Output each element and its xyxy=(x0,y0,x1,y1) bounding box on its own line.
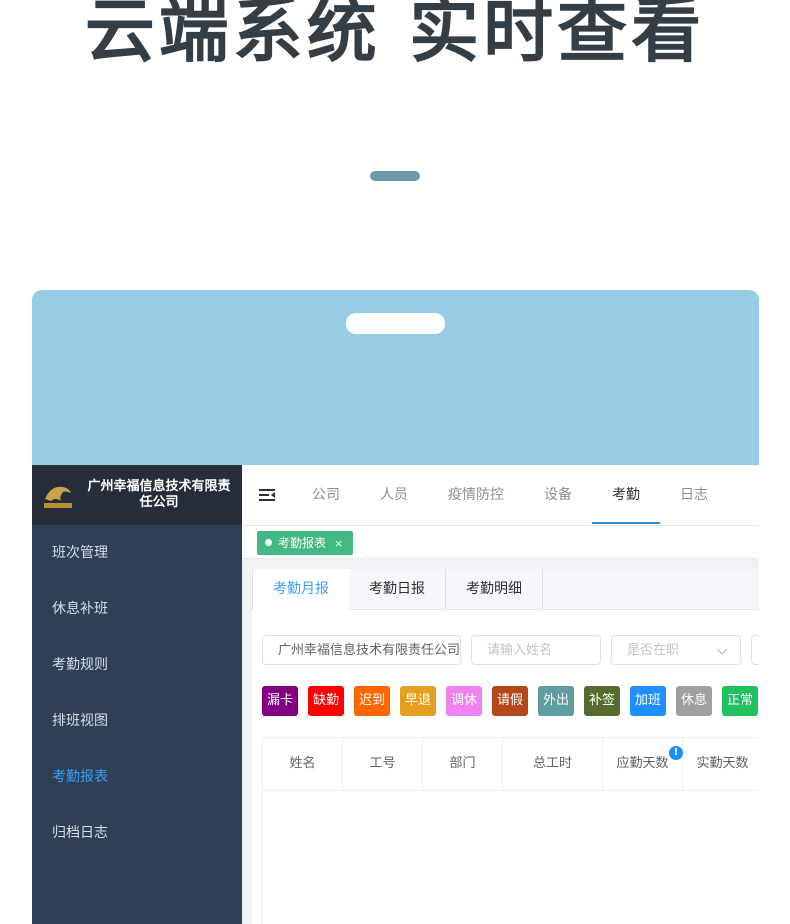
table-header-cell[interactable]: 总工时 xyxy=(503,738,603,790)
report-tabs: 考勤月报 考勤日报 考勤明细 xyxy=(252,569,759,610)
table-header-cell[interactable]: 工号 xyxy=(343,738,423,790)
status-button[interactable]: 早退 xyxy=(400,686,436,716)
nav-item-device[interactable]: 设备 xyxy=(544,465,572,525)
tab-monthly-report[interactable]: 考勤月报 xyxy=(252,569,350,610)
nav-item-attendance[interactable]: 考勤 xyxy=(612,465,640,525)
tab-detail-report[interactable]: 考勤明细 xyxy=(446,569,543,609)
company-logo-icon xyxy=(41,479,75,511)
status-button[interactable]: 缺勤 xyxy=(308,686,344,716)
status-button[interactable]: 调休 xyxy=(446,686,482,716)
nav-item-log[interactable]: 日志 xyxy=(680,465,708,525)
name-search-input[interactable]: 请输入姓名 xyxy=(471,635,601,665)
status-button[interactable]: 正常 xyxy=(722,686,758,716)
header-label: 工号 xyxy=(369,756,396,771)
header-label: 部门 xyxy=(449,756,476,771)
content-area: 考勤月报 考勤日报 考勤明细 广州幸福信息技术有限责任公司 请输入姓名 是否在职… xyxy=(242,559,759,924)
app-screen: 广州幸福信息技术有限责任公司 班次管理 休息补班 考勤规则 排班视图 考勤报表 归档日志 … xyxy=(32,465,759,924)
device-frame: 广州幸福信息技术有限责任公司 班次管理 休息补班 考勤规则 排班视图 考勤报表 归档日志 … xyxy=(32,290,759,924)
main-area: 公司 人员 疫情防控 设备 考勤 日志 考勤报表 × 考勤月报 考勤日报 考勤明细 广州幸福… xyxy=(242,465,759,924)
chevron-down-icon xyxy=(716,648,728,655)
table-header: 姓名 工号 部门 总工时 应勤天数! 实勤天数 xyxy=(263,737,759,791)
tab-daily-report[interactable]: 考勤日报 xyxy=(349,569,446,609)
status-button[interactable]: 迟到 xyxy=(354,686,390,716)
sidebar-item-rest-makeup[interactable]: 休息补班 xyxy=(32,581,242,637)
header-label: 总工时 xyxy=(532,756,572,771)
company-select[interactable]: 广州幸福信息技术有限责任公司 xyxy=(262,635,461,665)
sidebar-item-schedule-view[interactable]: 排班视图 xyxy=(32,693,242,749)
table-header-cell[interactable]: 部门 xyxy=(423,738,503,790)
active-nav-indicator xyxy=(592,522,660,524)
status-button[interactable]: 外出 xyxy=(538,686,574,716)
status-button[interactable]: 补签 xyxy=(584,686,620,716)
nav-item-epidemic-control[interactable]: 疫情防控 xyxy=(448,465,504,525)
report-panel: 考勤月报 考勤日报 考勤明细 广州幸福信息技术有限责任公司 请输入姓名 是否在职… xyxy=(252,569,759,924)
sidebar-menu: 班次管理 休息补班 考勤规则 排班视图 考勤报表 归档日志 xyxy=(32,525,242,861)
info-badge-icon: ! xyxy=(669,746,683,760)
status-button[interactable]: 加班 xyxy=(630,686,666,716)
top-navigation: 公司 人员 疫情防控 设备 考勤 日志 xyxy=(242,465,759,526)
employment-status-select[interactable]: 是否在职 xyxy=(611,635,741,665)
status-button[interactable]: 休息 xyxy=(676,686,712,716)
sidebar-brand: 广州幸福信息技术有限责任公司 xyxy=(32,465,242,525)
status-button[interactable]: 漏卡 xyxy=(262,686,298,716)
tags-bar: 考勤报表 × xyxy=(242,526,759,559)
header-label: 姓名 xyxy=(289,756,316,771)
nav-item-company[interactable]: 公司 xyxy=(312,465,340,525)
sidebar-item-attendance-rules[interactable]: 考勤规则 xyxy=(32,637,242,693)
close-icon[interactable]: × xyxy=(334,537,343,550)
hero-title: 云端系统 实时查看 xyxy=(84,0,706,72)
report-table: 姓名 工号 部门 总工时 应勤天数! 实勤天数 xyxy=(262,737,759,924)
employment-status-placeholder: 是否在职 xyxy=(627,643,680,658)
sidebar-item-attendance-report[interactable]: 考勤报表 xyxy=(32,749,242,805)
device-camera-pill xyxy=(346,313,445,334)
header-label: 应勤天数 xyxy=(616,756,669,771)
table-header-cell[interactable]: 应勤天数! xyxy=(603,738,683,790)
nav-item-personnel[interactable]: 人员 xyxy=(380,465,408,525)
header-label: 实勤天数 xyxy=(696,756,749,771)
sidebar-item-archive-log[interactable]: 归档日志 xyxy=(32,805,242,861)
hero-divider xyxy=(370,171,420,181)
menu-toggle-icon[interactable] xyxy=(259,487,275,503)
active-dot-icon xyxy=(265,539,272,546)
sidebar: 广州幸福信息技术有限责任公司 班次管理 休息补班 考勤规则 排班视图 考勤报表 归档日志 xyxy=(32,465,242,924)
table-header-cell[interactable]: 实勤天数 xyxy=(683,738,759,790)
status-button[interactable]: 请假 xyxy=(492,686,528,716)
filter-field-overflow[interactable] xyxy=(751,635,759,665)
company-name: 广州幸福信息技术有限责任公司 xyxy=(87,479,231,510)
sidebar-item-shift-management[interactable]: 班次管理 xyxy=(32,525,242,581)
table-header-cell[interactable]: 姓名 xyxy=(263,738,343,790)
tag-label: 考勤报表 xyxy=(278,536,327,550)
tag-attendance-report[interactable]: 考勤报表 × xyxy=(257,531,354,555)
